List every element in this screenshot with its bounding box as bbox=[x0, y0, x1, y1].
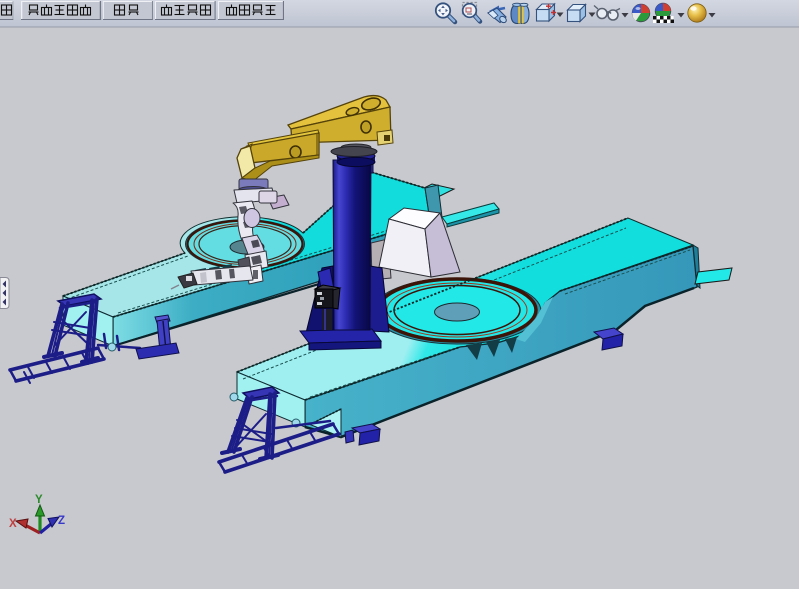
svg-text:Y: Y bbox=[35, 494, 43, 506]
svg-text:Z: Z bbox=[58, 515, 65, 527]
svg-text:X: X bbox=[9, 518, 17, 530]
